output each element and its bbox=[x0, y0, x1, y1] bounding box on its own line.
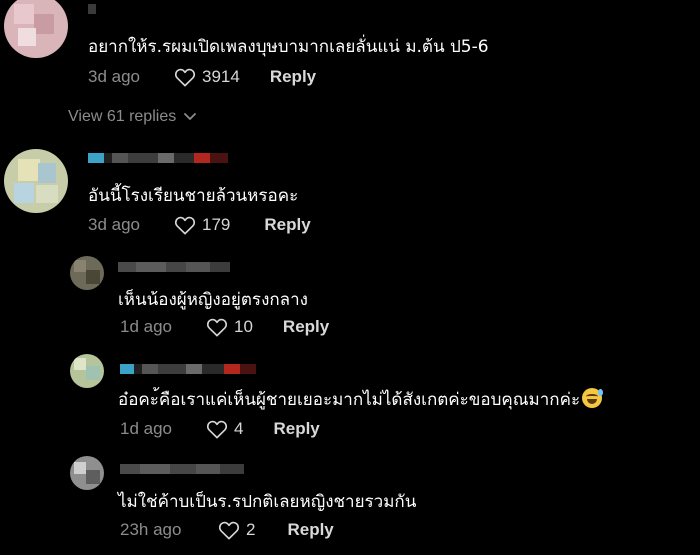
reply-item: ไม่ใช่ค้าบเป็นร.รปกติเลยหญิงชายรวมกัน 23… bbox=[0, 452, 700, 555]
reply-meta: 1d ago 4 Reply bbox=[120, 417, 320, 441]
reply-button[interactable]: Reply bbox=[273, 419, 319, 439]
like-count: 179 bbox=[202, 215, 231, 234]
username-redacted[interactable] bbox=[120, 464, 244, 474]
heart-icon bbox=[218, 521, 240, 540]
reply-text-content: อ๋อคะ้คือเราแค่เห็นผู้ชายเยอะมากไม่ได้สั… bbox=[118, 390, 581, 410]
username-redacted[interactable] bbox=[120, 364, 256, 374]
avatar[interactable] bbox=[70, 354, 104, 388]
like-button[interactable]: 10 bbox=[206, 317, 253, 337]
like-count: 10 bbox=[234, 317, 253, 336]
comment-item: อยากให้ร.รผมเปิดเพลงบุษบามากเลยลั่นแน่ ม… bbox=[0, 0, 700, 100]
like-count: 4 bbox=[234, 419, 244, 438]
like-count: 2 bbox=[246, 520, 256, 539]
heart-icon bbox=[174, 216, 196, 235]
comment-item: อันนี้โรงเรียนชายล้วนหรอคะ 3d ago 179 Re… bbox=[0, 145, 700, 240]
heart-icon bbox=[206, 318, 228, 337]
avatar[interactable] bbox=[4, 0, 68, 58]
reply-time: 1d ago bbox=[120, 317, 172, 336]
reply-text: เห็นน้องผู้หญิงอยู่ตรงกลาง bbox=[118, 290, 308, 310]
reply-text: ไม่ใช่ค้าบเป็นร.รปกติเลยหญิงชายรวมกัน bbox=[118, 492, 417, 512]
comment-time: 3d ago bbox=[88, 67, 140, 86]
reply-button[interactable]: Reply bbox=[270, 67, 316, 87]
username-redacted[interactable] bbox=[118, 262, 230, 272]
reply-button[interactable]: Reply bbox=[287, 520, 333, 540]
like-button[interactable]: 4 bbox=[206, 419, 243, 439]
heart-icon bbox=[206, 420, 228, 439]
reply-meta: 1d ago 10 Reply bbox=[120, 315, 329, 339]
like-button[interactable]: 2 bbox=[218, 520, 255, 540]
avatar[interactable] bbox=[70, 456, 104, 490]
like-button[interactable]: 3914 bbox=[174, 67, 240, 87]
comment-text: อยากให้ร.รผมเปิดเพลงบุษบามากเลยลั่นแน่ ม… bbox=[88, 37, 489, 57]
reply-item: เห็นน้องผู้หญิงอยู่ตรงกลาง 1d ago 10 Rep… bbox=[0, 252, 700, 347]
view-replies-label: View 61 replies bbox=[68, 108, 177, 125]
avatar[interactable] bbox=[4, 149, 68, 213]
avatar[interactable] bbox=[70, 256, 104, 290]
heart-icon bbox=[174, 68, 196, 87]
username-redacted[interactable] bbox=[88, 4, 96, 14]
view-replies-button[interactable]: View 61 replies bbox=[68, 108, 197, 126]
reply-time: 1d ago bbox=[120, 419, 172, 438]
reply-item: อ๋อคะ้คือเราแค่เห็นผู้ชายเยอะมากไม่ได้สั… bbox=[0, 352, 700, 447]
reply-button[interactable]: Reply bbox=[264, 215, 310, 235]
reply-text: อ๋อคะ้คือเราแค่เห็นผู้ชายเยอะมากไม่ได้สั… bbox=[118, 386, 604, 413]
reply-time: 23h ago bbox=[120, 520, 182, 539]
username-redacted[interactable] bbox=[88, 153, 228, 163]
chevron-down-icon bbox=[184, 113, 197, 120]
comment-time: 3d ago bbox=[88, 215, 140, 234]
reply-meta: 23h ago 2 Reply bbox=[120, 518, 334, 542]
comment-meta: 3d ago 3914 Reply bbox=[88, 65, 316, 89]
comment-meta: 3d ago 179 Reply bbox=[88, 213, 311, 237]
like-count: 3914 bbox=[202, 67, 240, 86]
comment-text: อันนี้โรงเรียนชายล้วนหรอคะ bbox=[88, 186, 299, 206]
like-button[interactable]: 179 bbox=[174, 215, 230, 235]
reply-button[interactable]: Reply bbox=[283, 317, 329, 337]
grinning-face-with-sweat-icon bbox=[582, 388, 604, 408]
